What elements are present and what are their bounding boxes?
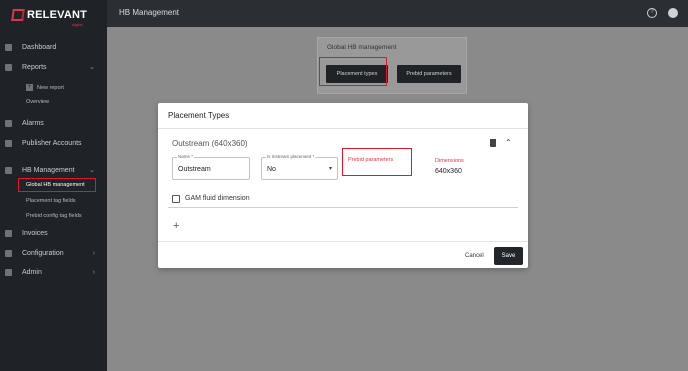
placement-type-title: Outstream (640x360) — [172, 139, 248, 148]
divider — [158, 128, 528, 129]
gear-icon — [5, 249, 12, 257]
sidebar-item-label: Reports — [22, 63, 47, 71]
prebid-parameters-button[interactable]: Prebid parameters — [397, 65, 461, 83]
sidebar-item-label: Alarms — [22, 119, 44, 127]
dimensions-label: Dimensions — [435, 158, 464, 164]
admin-icon — [5, 268, 12, 276]
logo-mark-icon — [11, 9, 25, 21]
card-title: Global HB management — [327, 44, 397, 51]
chevron-up-icon[interactable]: ⌃ — [505, 138, 512, 147]
chevron-down-icon: ⌄ — [89, 64, 95, 71]
chevron-down-icon: ⌄ — [89, 167, 95, 174]
placement-types-dialog: Placement Types Outstream (640x360) ⌃ Na… — [158, 103, 528, 268]
sidebar-subitem-prebid-config[interactable]: Prebid config tag fields — [26, 213, 82, 219]
divider — [168, 207, 518, 208]
cancel-button[interactable]: Cancel — [465, 253, 484, 259]
sidebar-item-dashboard[interactable]: Dashboard — [0, 40, 107, 54]
name-field-label: Name * — [177, 154, 195, 159]
instream-select[interactable]: Is Instream placement * No ▾ — [261, 154, 338, 180]
add-placement-icon[interactable]: + — [173, 220, 179, 232]
help-icon[interactable]: ? — [647, 8, 657, 18]
dropdown-caret-icon: ▾ — [328, 166, 332, 172]
name-field[interactable]: Name * Outstream — [172, 154, 250, 180]
sidebar-subitem-overview[interactable]: Overview — [26, 99, 49, 105]
save-button[interactable]: Save — [494, 247, 523, 265]
subitem-label: Placement tag fields — [26, 198, 76, 204]
hb-management-icon — [5, 166, 12, 174]
publisher-icon — [5, 139, 12, 147]
subitem-label: Overview — [26, 99, 49, 105]
dashboard-icon — [5, 43, 12, 51]
sidebar-item-alarms[interactable]: Alarms — [0, 116, 107, 130]
page-title: HB Management — [119, 8, 180, 17]
instream-select-value: No — [267, 166, 276, 173]
annotation-highlight — [18, 178, 96, 192]
name-field-value: Outstream — [178, 166, 211, 173]
subitem-label: New report — [37, 84, 64, 91]
sidebar-item-hb-management[interactable]: HB Management ⌄ — [0, 163, 107, 177]
sidebar: RELEVANT digital Dashboard Reports ⌄ + Ne… — [0, 0, 107, 371]
sidebar-item-admin[interactable]: Admin › — [0, 265, 107, 279]
instream-select-label: Is Instream placement * — [266, 154, 316, 159]
sidebar-item-label: Publisher Accounts — [22, 139, 82, 147]
sidebar-item-configuration[interactable]: Configuration › — [0, 246, 107, 260]
logo-subtext: digital — [72, 22, 83, 27]
subitem-label: Prebid config tag fields — [26, 213, 82, 219]
gam-fluid-checkbox[interactable] — [172, 195, 180, 203]
gam-fluid-label: GAM fluid dimension — [185, 195, 250, 202]
logo-text: RELEVANT — [27, 9, 88, 21]
sidebar-subitem-new-report[interactable]: + New report — [26, 84, 64, 91]
sidebar-item-publisher-accounts[interactable]: Publisher Accounts — [0, 136, 107, 150]
annotation-highlight — [342, 148, 412, 176]
plus-icon: + — [26, 84, 33, 91]
user-account-icon[interactable] — [668, 8, 678, 18]
logo[interactable]: RELEVANT — [11, 9, 88, 21]
divider — [158, 241, 528, 242]
invoices-icon — [5, 229, 12, 237]
dimensions-value: 640x360 — [435, 168, 462, 175]
chevron-right-icon: › — [92, 249, 95, 257]
sidebar-item-reports[interactable]: Reports ⌄ — [0, 60, 107, 74]
dialog-title: Placement Types — [168, 111, 230, 120]
sidebar-item-label: Dashboard — [22, 43, 57, 51]
trash-icon[interactable] — [490, 139, 496, 147]
topbar: HB Management ? — [107, 0, 688, 27]
annotation-highlight — [319, 57, 387, 86]
sidebar-item-label: Configuration — [22, 249, 64, 257]
sidebar-item-invoices[interactable]: Invoices — [0, 226, 107, 240]
sidebar-subitem-placement-tag-fields[interactable]: Placement tag fields — [26, 198, 76, 204]
sidebar-item-label: Admin — [22, 268, 42, 276]
reports-icon — [5, 63, 12, 71]
sidebar-item-label: HB Management — [22, 166, 75, 174]
alarm-clock-icon — [5, 119, 12, 127]
sidebar-item-label: Invoices — [22, 229, 48, 237]
chevron-right-icon: › — [92, 268, 95, 276]
